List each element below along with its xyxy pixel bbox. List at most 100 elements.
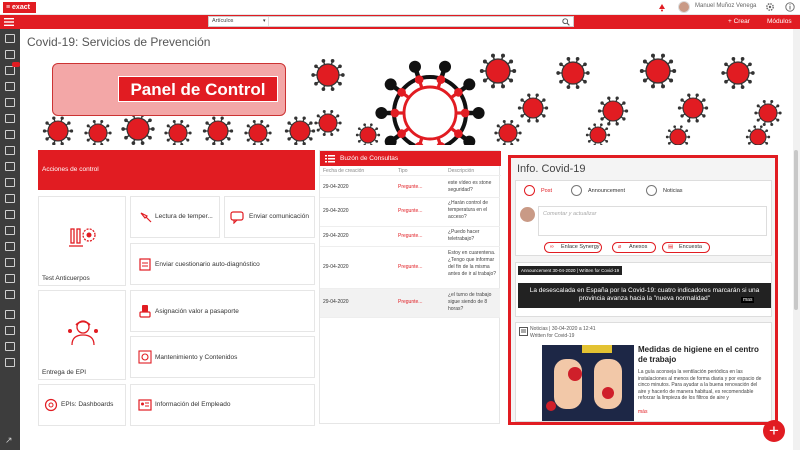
virus-decoration bbox=[42, 116, 74, 145]
tab-announcement[interactable]: Announcement bbox=[588, 186, 625, 196]
sidebar-report-icon[interactable] bbox=[5, 242, 15, 251]
virus-decoration bbox=[754, 99, 782, 127]
tile-label: Lectura de temper... bbox=[155, 213, 213, 220]
exact-logo[interactable]: ≡ exact bbox=[3, 2, 36, 13]
tile-label: Test Anticuerpos bbox=[42, 275, 90, 282]
sidebar-documents-icon[interactable] bbox=[5, 50, 15, 59]
hamburger-menu-icon[interactable] bbox=[4, 17, 14, 27]
create-button[interactable]: + Crear bbox=[728, 17, 750, 27]
tile-enviar-cuestionario[interactable]: Enviar cuestionario auto-diagnóstico bbox=[130, 243, 315, 285]
post-icon[interactable] bbox=[524, 185, 535, 196]
pill-label: Anexos bbox=[629, 244, 648, 250]
info-icon[interactable] bbox=[785, 2, 795, 12]
row-tipo[interactable]: Pregunte... bbox=[398, 299, 422, 305]
tile-epis-dashboards[interactable]: EPIs: Dashboards bbox=[38, 384, 126, 426]
search-type-select[interactable]: Artículos bbox=[209, 17, 269, 26]
search-icon[interactable] bbox=[562, 18, 570, 26]
row-descripcion: ¿el turno de trabajo sigue siendo de 8 h… bbox=[448, 292, 492, 312]
table-row[interactable]: 29-04-2020 Pregunte... ¿el turno de trab… bbox=[320, 289, 500, 318]
news-title[interactable]: Medidas de higiene en el centro de traba… bbox=[638, 345, 763, 365]
sidebar-calendar-icon[interactable] bbox=[5, 98, 15, 107]
virus-decoration bbox=[84, 119, 112, 145]
table-row[interactable]: 29-04-2020 Pregunte... este vídeo es sto… bbox=[320, 177, 500, 198]
gear-icon[interactable] bbox=[765, 2, 775, 12]
announcement-post[interactable]: Announcement 30-04-2020 | Written for Co… bbox=[515, 262, 772, 317]
tile-label: Enviar cuestionario auto-diagnóstico bbox=[155, 261, 260, 268]
scrollbar-thumb[interactable] bbox=[794, 150, 798, 310]
sidebar-folder-icon[interactable] bbox=[5, 226, 15, 235]
sidebar-people-icon[interactable] bbox=[5, 130, 15, 139]
sidebar-star-icon[interactable] bbox=[5, 342, 15, 351]
chat-bubble-icon bbox=[230, 211, 244, 224]
comment-input[interactable]: Comentar y actualizar bbox=[538, 206, 767, 236]
sidebar-box-icon[interactable] bbox=[5, 178, 15, 187]
buzon-column-headers: Fecha de creación Tipo Descripción bbox=[320, 167, 501, 176]
sidebar-table-icon[interactable] bbox=[5, 114, 15, 123]
banner-image: Panel de Control bbox=[38, 53, 785, 145]
row-tipo[interactable]: Pregunte... bbox=[398, 264, 422, 270]
read-more-link[interactable]: mas bbox=[741, 297, 755, 303]
sidebar-home2-icon[interactable] bbox=[5, 310, 15, 319]
row-fecha: 29-04-2020 bbox=[323, 264, 349, 270]
tile-mantenimiento[interactable]: Mantenimiento y Contenidos bbox=[130, 336, 315, 378]
tile-test-anticuerpos[interactable]: Test Anticuerpos bbox=[38, 196, 126, 286]
tile-label: EPIs: Dashboards bbox=[61, 401, 114, 408]
sidebar-list-icon[interactable] bbox=[5, 82, 15, 91]
table-row[interactable]: 29-04-2020 Pregunte... Estoy en cuarente… bbox=[320, 247, 500, 289]
anexos-button[interactable]: ⌀ Anexos bbox=[612, 242, 656, 253]
tab-post[interactable]: Post bbox=[541, 186, 552, 196]
tile-asignacion-pasaporte[interactable]: Asignación valor a pasaporte bbox=[130, 290, 315, 332]
tile-label: Información del Empleado bbox=[155, 401, 231, 408]
news-meta: Noticias | 30-04-2020 a 12:41 Written fo… bbox=[530, 326, 596, 340]
news-post[interactable]: Noticias | 30-04-2020 a 12:41 Written fo… bbox=[515, 322, 772, 422]
announcement-icon[interactable] bbox=[571, 185, 582, 196]
virus-decoration bbox=[311, 59, 345, 91]
notification-icon[interactable] bbox=[657, 2, 667, 12]
read-more-link[interactable]: más bbox=[638, 409, 647, 415]
sidebar-card-icon[interactable] bbox=[5, 258, 15, 267]
col-tipo[interactable]: Tipo bbox=[398, 168, 408, 174]
virus-decoration bbox=[585, 123, 611, 145]
sidebar-storage-icon[interactable] bbox=[5, 274, 15, 283]
sidebar-mail-icon[interactable] bbox=[5, 162, 15, 171]
col-fecha[interactable]: Fecha de creación bbox=[323, 168, 364, 174]
chevron-down-icon: ▾ bbox=[263, 18, 266, 24]
row-descripcion: ¿Harán control de temperatura en el acce… bbox=[448, 200, 489, 220]
sidebar-grid-icon[interactable] bbox=[5, 66, 15, 75]
tile-enviar-comunicacion[interactable]: Enviar comunicación bbox=[224, 196, 315, 238]
add-button[interactable]: + bbox=[763, 420, 785, 442]
row-tipo[interactable]: Pregunte... bbox=[398, 184, 422, 190]
sidebar-briefcase-icon[interactable] bbox=[5, 146, 15, 155]
virus-decoration bbox=[721, 57, 755, 89]
virus-decoration bbox=[517, 93, 549, 123]
sidebar-edit-icon[interactable] bbox=[5, 194, 15, 203]
tile-informacion-empleado[interactable]: Información del Empleado bbox=[130, 384, 315, 426]
modules-button[interactable]: Módulos bbox=[767, 17, 792, 27]
sidebar-user-icon[interactable] bbox=[5, 326, 15, 335]
avatar[interactable] bbox=[678, 1, 690, 13]
sidebar-clock-icon[interactable] bbox=[5, 358, 15, 367]
search-input[interactable]: Artículos ▾ bbox=[208, 16, 574, 27]
tile-label: Enviar comunicación bbox=[249, 213, 309, 220]
user-name[interactable]: Manuel Muñoz Venega bbox=[695, 3, 756, 9]
buzon-header: Buzón de Consultas bbox=[320, 151, 501, 166]
tile-lectura-temperatura[interactable]: Lectura de temper... bbox=[130, 196, 220, 238]
sidebar-home-icon[interactable] bbox=[5, 34, 15, 43]
buzon-title: Buzón de Consultas bbox=[340, 155, 399, 162]
table-row[interactable]: 29-04-2020 Pregunte... ¿Puedo hacer tele… bbox=[320, 227, 500, 247]
tile-label: Asignación valor a pasaporte bbox=[155, 308, 239, 315]
news-icon[interactable] bbox=[646, 185, 657, 196]
tile-entrega-epi[interactable]: Entrega de EPI bbox=[38, 290, 126, 380]
tab-noticias[interactable]: Noticias bbox=[663, 186, 683, 196]
ppe-worker-icon bbox=[68, 320, 98, 346]
row-tipo[interactable]: Pregunte... bbox=[398, 233, 422, 239]
pill-label: Encuesta bbox=[679, 244, 702, 250]
enlace-synergy-button[interactable]: ∞ Enlace Synergy bbox=[544, 242, 602, 253]
sidebar-chart-icon[interactable] bbox=[5, 210, 15, 219]
table-row[interactable]: 29-04-2020 Pregunte... ¿Harán control de… bbox=[320, 198, 500, 227]
col-descripcion[interactable]: Descripción bbox=[448, 168, 474, 174]
expand-icon[interactable]: ↗ bbox=[5, 436, 15, 445]
row-tipo[interactable]: Pregunte... bbox=[398, 208, 422, 214]
sidebar-team-icon[interactable] bbox=[5, 290, 15, 299]
encuesta-button[interactable]: ▤ Encuesta bbox=[662, 242, 710, 253]
